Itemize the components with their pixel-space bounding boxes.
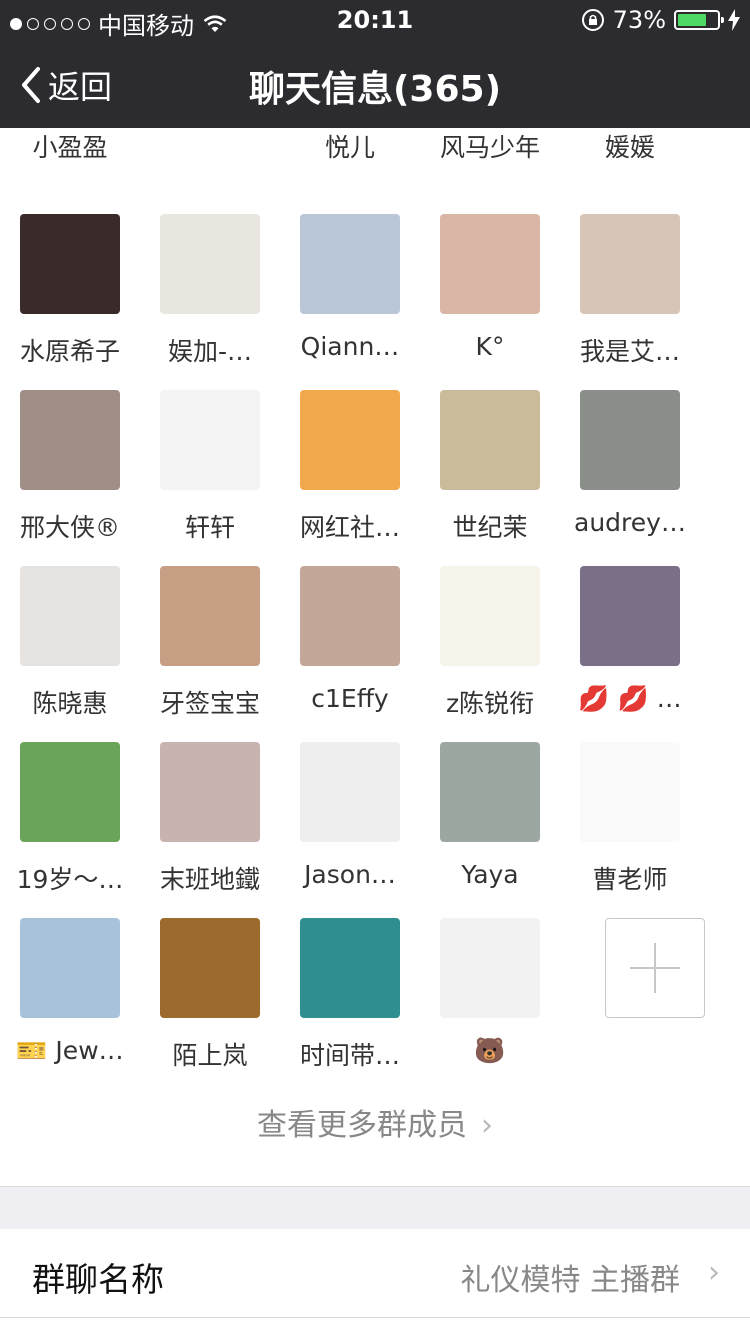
avatar <box>440 214 540 314</box>
member-name: 媛媛 <box>604 133 655 162</box>
status-bar: 中国移动 20:11 73% <box>0 0 750 40</box>
member-name: 世纪茉 <box>452 513 528 542</box>
member-name: 时间带… <box>299 1041 400 1070</box>
group-name-label: 群聊名称 <box>32 1260 164 1299</box>
group-name-value: 礼仪模特 主播群 <box>460 1263 680 1298</box>
view-more-label: 查看更多群成员 <box>257 1108 467 1143</box>
member-name: 🐻 <box>474 1036 506 1065</box>
avatar <box>20 566 120 666</box>
member-name: 邢大侠® <box>19 513 120 542</box>
status-right: 73% <box>581 6 740 34</box>
avatar <box>440 390 540 490</box>
avatar <box>440 566 540 666</box>
avatar <box>20 214 120 314</box>
member-name: Jason… <box>304 860 396 889</box>
avatar <box>300 742 400 842</box>
member-name: c1Effy <box>311 684 389 713</box>
avatar <box>440 742 540 842</box>
avatar <box>20 390 120 490</box>
member-name: audrey… <box>574 508 686 537</box>
member-name: 末班地鐵 <box>159 865 260 894</box>
avatar <box>160 918 260 1018</box>
member-name: K° <box>475 332 505 361</box>
orientation-lock-icon <box>581 9 604 31</box>
view-more-members-link[interactable]: 查看更多群成员 › <box>0 1100 750 1144</box>
member-name: 💋 💋 … <box>578 684 682 713</box>
member-name: Qiann… <box>300 332 400 361</box>
member-name: 曹老师 <box>592 865 668 894</box>
member-name: z陈锐衔 <box>445 689 535 718</box>
avatar <box>440 918 540 1018</box>
charging-bolt-icon <box>728 9 740 31</box>
member-name: 水原希子 <box>19 337 120 366</box>
nav-bar: 返回 聊天信息(365) <box>0 40 750 128</box>
avatar <box>160 742 260 842</box>
page-title: 聊天信息(365) <box>248 69 502 110</box>
top-bar: 中国移动 20:11 73% 返回 聊天信息(365) <box>0 0 750 128</box>
avatar <box>160 566 260 666</box>
avatar <box>20 918 120 1018</box>
member-name: 小盈盈 <box>32 133 108 162</box>
member-name: Yaya <box>461 860 519 889</box>
avatar <box>580 214 680 314</box>
member-name: 网红社… <box>299 513 400 542</box>
group-name-row[interactable]: 群聊名称 礼仪模特 主播群 › <box>0 1229 750 1318</box>
battery-percent: 73% <box>612 6 666 34</box>
avatar <box>300 390 400 490</box>
member-name: 风马少年 <box>439 133 540 162</box>
avatar <box>300 566 400 666</box>
avatar <box>300 918 400 1018</box>
section-separator <box>0 1186 750 1230</box>
battery-icon <box>674 10 724 30</box>
member-grid: 小盈盈 悦儿 风马少年 媛媛 水原希子 娱加-… Qiann… K° 我是艾… 邢大侠® 轩轩 网红… <box>0 118 750 1088</box>
add-member-button[interactable] <box>605 918 705 1018</box>
member-name: 🎫 Jew… <box>16 1036 124 1065</box>
member-name: 我是艾… <box>579 337 680 366</box>
member-name: 陌上岚 <box>172 1041 248 1070</box>
member-name: 牙签宝宝 <box>159 689 260 718</box>
member-name: 19岁～… <box>16 865 124 894</box>
member-name: 轩轩 <box>184 513 235 542</box>
avatar <box>580 390 680 490</box>
avatar <box>300 214 400 314</box>
avatar <box>580 566 680 666</box>
avatar <box>20 742 120 842</box>
avatar <box>160 214 260 314</box>
chevron-right-icon: › <box>481 1108 493 1143</box>
avatar <box>160 390 260 490</box>
member-name: 娱加-… <box>167 337 253 366</box>
member-name: 陈晓惠 <box>32 689 108 718</box>
member-name: 悦儿 <box>324 133 375 162</box>
avatar <box>580 742 680 842</box>
chevron-right-icon: › <box>708 1255 720 1290</box>
